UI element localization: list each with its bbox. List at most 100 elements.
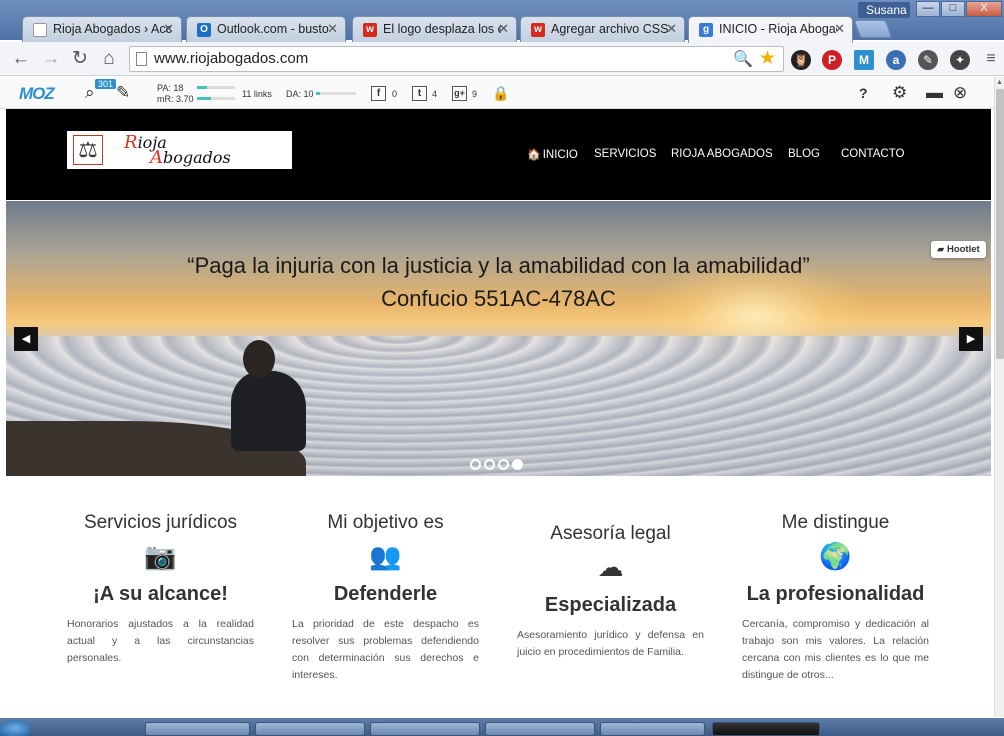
tab-5-active[interactable]: g INICIO - Rioja Abogad ✕: [688, 16, 853, 43]
site-logo[interactable]: ⚖ Rioja Abogados: [67, 131, 292, 169]
mr-meter: [197, 97, 235, 100]
tab-close-icon[interactable]: ✕: [498, 21, 509, 37]
hero-quote-author: Confucio 551AC-478AC: [381, 286, 616, 311]
twitter-count: 4: [432, 89, 438, 99]
outlook-icon: O: [197, 23, 211, 37]
google-plus-icon: g+: [452, 86, 467, 101]
scroll-thumb[interactable]: [996, 89, 1004, 359]
taskbar-item[interactable]: [255, 722, 365, 736]
twitter-icon: t: [412, 86, 427, 101]
address-bar[interactable]: www.riojabogados.com 🔍 ★: [129, 46, 784, 72]
tab-4[interactable]: w Agregar archivo CSS | ✕: [520, 16, 685, 42]
taskbar-item[interactable]: [485, 722, 595, 736]
feature-text: Cercanía, compromiso y dedicación al tra…: [742, 618, 929, 681]
browser-toolbar: ← → ↻ ⌂ www.riojabogados.com 🔍 ★ 🦉 P M a…: [0, 42, 1004, 76]
back-arrow-icon[interactable]: ←: [10, 48, 32, 70]
taskbar-item-active[interactable]: [712, 722, 820, 736]
users-icon: 👥: [369, 541, 402, 571]
pinterest-icon[interactable]: P: [822, 50, 842, 70]
camera-icon: 📷: [144, 541, 177, 571]
feature-title: Asesoría legal: [550, 523, 671, 544]
new-tab-button[interactable]: [853, 20, 893, 38]
tab-2[interactable]: O Outlook.com - busto ✕: [186, 16, 346, 42]
browser-titlebar: Rioja Abogados › Acc ✕ O Outlook.com - b…: [0, 0, 1004, 43]
feature-text: Honorarios ajustados a la realidad actua…: [67, 618, 254, 664]
feature-distingue: Me distingue 🌍 La profesionalidad Cercan…: [742, 512, 929, 684]
tab-close-icon[interactable]: ✕: [834, 21, 845, 37]
taskbar-item[interactable]: [145, 722, 250, 736]
highlight-pen-icon[interactable]: ✎: [116, 83, 130, 103]
moz-logo[interactable]: MOZ: [19, 84, 55, 104]
nav-rioja-abogados[interactable]: RIOJA ABOGADOS: [671, 148, 773, 160]
feature-subtitle: Defenderle: [333, 583, 438, 605]
search-icon[interactable]: 🔍: [733, 49, 753, 69]
slider-dot-3[interactable]: [498, 459, 509, 470]
tab-label: Rioja Abogados › Acc: [53, 22, 171, 36]
feature-objetivo: Mi objetivo es 👥 Defenderle La prioridad…: [292, 512, 479, 684]
hootsuite-owl-icon[interactable]: 🦉: [791, 50, 811, 70]
page-scrollbar[interactable]: ▲: [994, 77, 1004, 717]
minimize-button[interactable]: —: [916, 1, 940, 17]
tab-1[interactable]: Rioja Abogados › Acc ✕: [22, 16, 182, 42]
bookmark-star-icon[interactable]: ★: [759, 47, 776, 70]
taskbar-item[interactable]: [600, 722, 705, 736]
hootlet-button[interactable]: ▰ Hootlet: [931, 241, 986, 258]
slider-dot-1[interactable]: [470, 459, 481, 470]
feature-servicios: Servicios jurídicos 📷 ¡A su alcance! Hon…: [67, 512, 254, 667]
taskbar-item[interactable]: [370, 722, 480, 736]
tab-3[interactable]: w El logo desplaza los el ✕: [352, 16, 517, 42]
slider-next-button[interactable]: ▶: [959, 327, 983, 351]
slider-prev-button[interactable]: ◀: [14, 327, 38, 351]
tab-close-icon[interactable]: ✕: [327, 21, 338, 37]
nav-inicio[interactable]: 🏠 INICIO: [527, 148, 578, 161]
feature-title: Servicios jurídicos: [83, 512, 238, 533]
nav-servicios[interactable]: SERVICIOS: [594, 148, 656, 160]
person-head: [243, 340, 275, 378]
lock-icon[interactable]: 🔒: [492, 85, 509, 102]
gear-icon[interactable]: ⚙: [892, 83, 907, 103]
reload-icon[interactable]: ↻: [69, 48, 91, 70]
close-bar-icon[interactable]: ⊗: [953, 83, 967, 103]
moz-rank: mR: 3.70: [157, 94, 194, 104]
help-icon[interactable]: ?: [859, 85, 868, 101]
feature-subtitle: La profesionalidad: [746, 583, 925, 605]
person-silhouette: [231, 371, 306, 451]
hero-quote: “Paga la injuria con la justicia y la am…: [187, 253, 810, 278]
slider-dot-2[interactable]: [484, 459, 495, 470]
hero-slider: “Paga la injuria con la justicia y la am…: [6, 201, 991, 476]
tab-close-icon[interactable]: ✕: [163, 21, 174, 37]
feature-text: La prioridad de este despacho es resolve…: [292, 618, 479, 681]
scales-of-justice-icon: ⚖: [73, 135, 103, 165]
facebook-count: 0: [392, 89, 398, 99]
nav-contacto[interactable]: CONTACTO: [841, 148, 904, 160]
feature-asesoria: Asesoría legal ☁ Especializada Asesorami…: [517, 523, 704, 661]
tab-close-icon[interactable]: ✕: [666, 21, 677, 37]
tab-label: INICIO - Rioja Abogad: [719, 22, 837, 36]
amazon-icon[interactable]: a: [886, 50, 906, 70]
nav-blog[interactable]: BLOG: [788, 148, 820, 160]
tab-label: Agregar archivo CSS |: [551, 22, 669, 36]
minimize-bar-icon[interactable]: ▬: [926, 83, 943, 103]
links-count: 11 links: [242, 89, 272, 99]
page-analysis-icon[interactable]: ⌕: [85, 83, 95, 103]
slider-dot-4[interactable]: [512, 459, 523, 470]
profile-button[interactable]: Susana: [858, 2, 910, 18]
scroll-up-icon[interactable]: ▲: [996, 79, 1003, 86]
page-icon: [33, 23, 47, 37]
puzzle-extension-icon[interactable]: ✦: [950, 50, 970, 70]
google-icon: g: [699, 23, 713, 37]
start-button[interactable]: [0, 720, 30, 736]
home-icon[interactable]: ⌂: [98, 48, 120, 70]
maximize-button[interactable]: □: [941, 1, 965, 17]
menu-icon[interactable]: ≡: [980, 48, 1002, 70]
pen-tool-icon[interactable]: ✎: [918, 50, 938, 70]
url-text: www.riojabogados.com: [154, 50, 309, 67]
close-window-button[interactable]: X: [966, 1, 1002, 17]
tab-label: El logo desplaza los el: [383, 22, 501, 36]
hootlet-icon: ▰: [937, 244, 947, 255]
moz-bar: MOZ ⌕ 301 ✎ PA: 18 mR: 3.70 11 links DA:…: [0, 77, 994, 109]
redirect-badge: 301: [95, 79, 117, 89]
moz-extension-icon[interactable]: M: [854, 50, 874, 70]
logo-line-2: Abogados: [150, 147, 231, 168]
forward-arrow-icon[interactable]: →: [40, 48, 62, 70]
